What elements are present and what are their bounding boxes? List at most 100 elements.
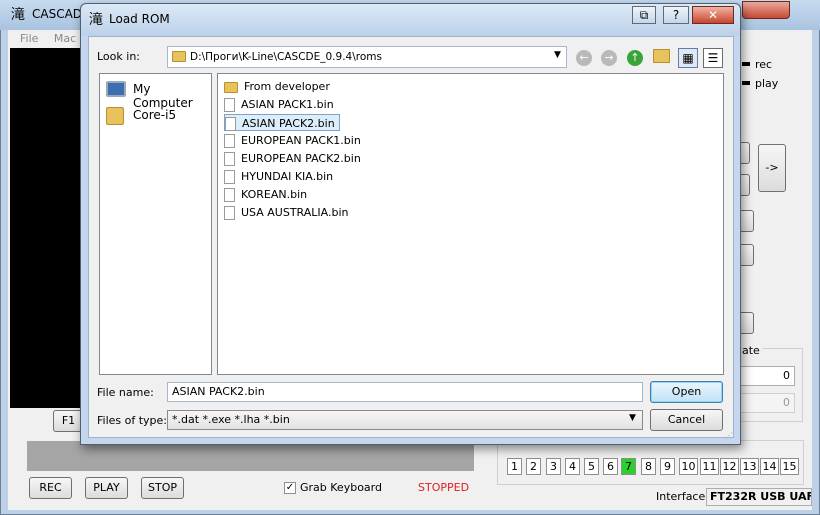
file-item-label: ASIAN PACK2.bin bbox=[242, 117, 335, 130]
channel-led: 15 bbox=[780, 458, 799, 475]
back-icon[interactable]: ← bbox=[576, 50, 592, 66]
forward-arrow-button[interactable]: -> bbox=[758, 144, 786, 192]
interface-label: Interface bbox=[656, 490, 706, 503]
file-icon bbox=[224, 170, 235, 184]
main-window-title: CASCAD bbox=[32, 7, 83, 21]
open-button[interactable]: Open bbox=[650, 381, 723, 403]
look-in-path: D:\Проги\K-Line\CASCDE_0.9.4\roms bbox=[190, 51, 382, 63]
detail-view-icon[interactable]: ☰ bbox=[703, 48, 723, 68]
folder-icon bbox=[224, 81, 238, 93]
file-item[interactable]: ASIAN PACK1.bin bbox=[224, 96, 338, 113]
channel-led: 2 bbox=[526, 458, 541, 475]
main-close-button[interactable] bbox=[742, 1, 790, 19]
rec-label: rec bbox=[755, 58, 773, 71]
file-item[interactable]: ASIAN PACK2.bin bbox=[224, 114, 340, 131]
folder-item[interactable]: From developer bbox=[224, 78, 334, 95]
progress-area bbox=[27, 441, 474, 471]
side-button-1[interactable] bbox=[740, 142, 750, 164]
rate-value-1[interactable]: 0 bbox=[741, 366, 795, 386]
close-icon[interactable]: ✕ bbox=[692, 6, 734, 24]
list-view-icon[interactable]: ▦ bbox=[678, 48, 698, 68]
file-icon bbox=[225, 117, 236, 131]
file-icon bbox=[224, 134, 235, 148]
dialog-app-icon: 滝 bbox=[89, 12, 103, 28]
file-item[interactable]: KOREAN.bin bbox=[224, 186, 311, 203]
look-in-combo[interactable]: D:\Проги\K-Line\CASCDE_0.9.4\roms ▼ bbox=[167, 46, 567, 68]
channel-led: 9 bbox=[660, 458, 675, 475]
app-icon: 滝 bbox=[11, 7, 25, 23]
file-item-label: EUROPEAN PACK2.bin bbox=[241, 152, 361, 165]
rec-indicator bbox=[742, 62, 750, 66]
dialog-title: Load ROM bbox=[109, 12, 170, 26]
places-my-computer[interactable]: My Computer bbox=[133, 82, 211, 110]
interface-value: FT232R USB UAF bbox=[706, 488, 812, 506]
side-button-5[interactable] bbox=[740, 312, 754, 334]
channel-led: 3 bbox=[546, 458, 561, 475]
file-list: From developer ASIAN PACK1.bin ASIAN PACK2… bbox=[217, 73, 724, 375]
up-folder-icon[interactable]: ↑ bbox=[627, 50, 643, 66]
files-of-type-select[interactable]: *.dat *.exe *.lha *.bin ▼ bbox=[167, 410, 643, 430]
f1-button[interactable]: F1 bbox=[53, 410, 83, 432]
file-item-label: USA AUSTRALIA.bin bbox=[241, 206, 349, 219]
rate-value-2: 0 bbox=[741, 393, 795, 413]
files-of-type-label: Files of type: bbox=[97, 414, 168, 427]
rate-label: ate bbox=[742, 344, 762, 357]
user-folder-icon bbox=[106, 107, 124, 125]
file-item[interactable]: EUROPEAN PACK1.bin bbox=[224, 132, 365, 149]
file-item[interactable]: USA AUSTRALIA.bin bbox=[224, 204, 352, 221]
load-rom-dialog: 滝 Load ROM ⧉ ? ✕ Look in: D:\Проги\K-Lin… bbox=[80, 3, 741, 445]
channel-led: 5 bbox=[584, 458, 599, 475]
file-item-label: EUROPEAN PACK1.bin bbox=[241, 134, 361, 147]
side-button-4[interactable] bbox=[740, 244, 754, 266]
channel-led: 14 bbox=[760, 458, 779, 475]
look-in-label: Look in: bbox=[97, 50, 140, 63]
computer-icon bbox=[106, 81, 126, 97]
status-text: STOPPED bbox=[418, 481, 470, 494]
file-icon bbox=[224, 152, 235, 166]
rec-button[interactable]: REC bbox=[29, 477, 72, 499]
forward-icon[interactable]: → bbox=[601, 50, 617, 66]
file-item-label: From developer bbox=[244, 80, 330, 93]
side-button-3[interactable] bbox=[740, 210, 754, 232]
file-name-input[interactable]: ASIAN PACK2.bin bbox=[167, 382, 643, 402]
resize-grip-icon[interactable]: ⋰ bbox=[725, 432, 733, 440]
channel-led: 12 bbox=[720, 458, 739, 475]
play-label: play bbox=[755, 77, 779, 90]
channel-led: 8 bbox=[641, 458, 656, 475]
menu-file[interactable]: File bbox=[20, 32, 38, 45]
file-item-label: ASIAN PACK1.bin bbox=[241, 98, 334, 111]
channel-led: 4 bbox=[565, 458, 580, 475]
menu-mac[interactable]: Mac bbox=[54, 32, 76, 45]
side-button-2[interactable] bbox=[740, 174, 750, 196]
grab-keyboard-label: Grab Keyboard bbox=[300, 481, 382, 494]
channel-led: 1 bbox=[507, 458, 522, 475]
file-item-label: HYUNDAI KIA.bin bbox=[241, 170, 334, 183]
restore-icon[interactable]: ⧉ bbox=[632, 6, 656, 24]
files-of-type-value: *.dat *.exe *.lha *.bin bbox=[172, 413, 290, 426]
file-item[interactable]: HYUNDAI KIA.bin bbox=[224, 168, 337, 185]
folder-icon bbox=[172, 51, 186, 62]
channel-led: 13 bbox=[740, 458, 759, 475]
play-indicator bbox=[742, 81, 750, 85]
places-core-i5[interactable]: Core-i5 bbox=[133, 108, 176, 122]
chevron-down-icon: ▼ bbox=[629, 413, 636, 423]
channel-led: 10 bbox=[679, 458, 698, 475]
channel-led: 6 bbox=[603, 458, 618, 475]
help-icon[interactable]: ? bbox=[663, 6, 689, 24]
new-folder-icon[interactable] bbox=[653, 49, 670, 63]
cancel-button[interactable]: Cancel bbox=[650, 409, 723, 431]
display-panel bbox=[10, 48, 82, 408]
file-icon bbox=[224, 98, 235, 112]
file-name-label: File name: bbox=[97, 386, 154, 399]
play-button[interactable]: PLAY bbox=[85, 477, 128, 499]
channel-led: 7 bbox=[621, 458, 636, 475]
file-icon bbox=[224, 206, 235, 220]
stop-button[interactable]: STOP bbox=[141, 477, 184, 499]
file-icon bbox=[224, 188, 235, 202]
chevron-down-icon: ▼ bbox=[554, 50, 561, 60]
file-item-label: KOREAN.bin bbox=[241, 188, 308, 201]
grab-keyboard-checkbox[interactable]: ✓ bbox=[284, 482, 296, 494]
places-pane: My Computer Core-i5 bbox=[99, 73, 212, 375]
file-item[interactable]: EUROPEAN PACK2.bin bbox=[224, 150, 365, 167]
channel-led: 11 bbox=[700, 458, 719, 475]
